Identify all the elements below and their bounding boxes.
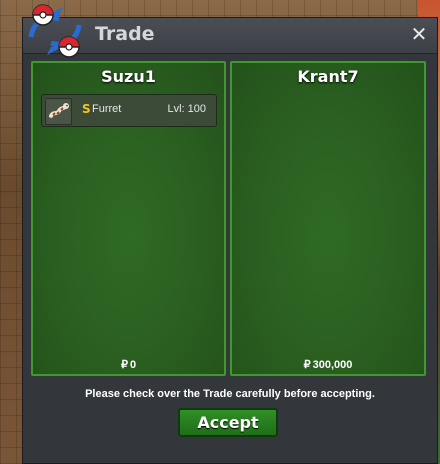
trade-notice-text: Please check over the Trade carefully be… (85, 388, 375, 400)
trade-panel-own: Suzu1 S Furret Lvl: 100 ₽0 (31, 61, 226, 376)
close-button[interactable]: ✕ (409, 24, 429, 44)
trade-panel-partner: Krant7 ₽300,000 (230, 61, 426, 376)
accept-button[interactable]: Accept (178, 408, 278, 437)
pokemon-level: Lvl: 100 (167, 103, 206, 115)
currency-icon: ₽ (303, 359, 311, 371)
trade-pokemon-slot[interactable]: S Furret Lvl: 100 (41, 94, 217, 127)
trade-window: Trade ✕ Suzu1 S Furret Lvl: 100 ₽ 0 Kran… (22, 4, 438, 464)
own-money-offer: ₽0 (33, 358, 224, 371)
partner-money-value: 300,000 (312, 359, 353, 371)
partner-money-offer: ₽300,000 (232, 358, 424, 371)
own-money-value: 0 (129, 359, 137, 371)
own-player-name: Suzu1 (101, 67, 156, 86)
partner-player-name: Krant7 (297, 67, 359, 86)
furret-sprite-icon (49, 103, 69, 119)
trade-pokeball-logo-icon (28, 4, 82, 58)
pokemon-name: Furret (92, 103, 122, 115)
currency-icon: ₽ (120, 359, 128, 371)
window-title: Trade (95, 23, 155, 45)
pokemon-sprite-box (45, 98, 72, 125)
shiny-star-icon: S (82, 102, 91, 116)
